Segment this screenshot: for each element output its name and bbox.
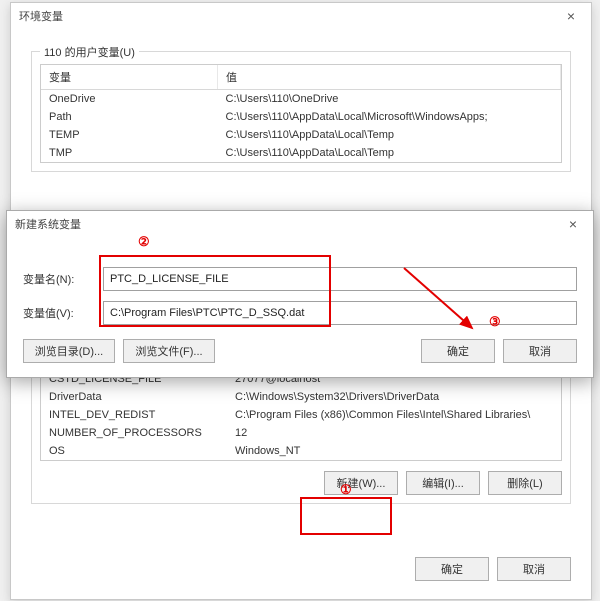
browse-file-button[interactable]: 浏览文件(F)... xyxy=(123,339,215,363)
var-name-input[interactable] xyxy=(103,267,577,291)
table-row[interactable]: TMPC:\Users\110\AppData\Local\Temp xyxy=(41,144,561,162)
env-cancel-button[interactable]: 取消 xyxy=(497,557,571,581)
dlg-ok-button[interactable]: 确定 xyxy=(421,339,495,363)
var-value-input[interactable] xyxy=(103,301,577,325)
new-button[interactable]: 新建(W)... xyxy=(324,471,398,495)
table-row[interactable]: DriverDataC:\Windows\System32\Drivers\Dr… xyxy=(41,388,561,406)
new-var-dialog: 新建系统变量 × 变量名(N): 变量值(V): 浏览目录(D)... 浏览文件… xyxy=(6,210,594,378)
env-titlebar: 环境变量 × xyxy=(11,3,591,31)
var-name-label: 变量名(N): xyxy=(23,271,103,287)
user-vars-label: 110 的用户变量(U) xyxy=(40,44,139,60)
table-row[interactable]: INTEL_DEV_REDISTC:\Program Files (x86)\C… xyxy=(41,406,561,424)
dlg-titlebar: 新建系统变量 × xyxy=(7,211,593,239)
table-row[interactable]: OSWindows_NT xyxy=(41,442,561,460)
env-title: 环境变量 xyxy=(19,3,63,31)
table-row[interactable]: NUMBER_OF_PROCESSORS12 xyxy=(41,424,561,442)
table-header: 变量 值 xyxy=(41,65,561,90)
close-icon[interactable]: × xyxy=(553,211,593,239)
col-name[interactable]: 变量 xyxy=(41,65,218,90)
dlg-cancel-button[interactable]: 取消 xyxy=(503,339,577,363)
delete-button[interactable]: 删除(L) xyxy=(488,471,562,495)
col-value[interactable]: 值 xyxy=(218,65,561,90)
table-row[interactable]: PathC:\Users\110\AppData\Local\Microsoft… xyxy=(41,108,561,126)
user-vars-table[interactable]: 变量 值 OneDriveC:\Users\110\OneDrive PathC… xyxy=(40,64,562,163)
env-ok-button[interactable]: 确定 xyxy=(415,557,489,581)
close-icon[interactable]: × xyxy=(551,3,591,31)
table-row[interactable]: TEMPC:\Users\110\AppData\Local\Temp xyxy=(41,126,561,144)
edit-button[interactable]: 编辑(I)... xyxy=(406,471,480,495)
var-value-label: 变量值(V): xyxy=(23,305,103,321)
user-vars-group: 110 的用户变量(U) 变量 值 OneDriveC:\Users\110\O… xyxy=(31,51,571,172)
dlg-title: 新建系统变量 xyxy=(15,211,81,239)
table-row[interactable]: OneDriveC:\Users\110\OneDrive xyxy=(41,90,561,109)
browse-dir-button[interactable]: 浏览目录(D)... xyxy=(23,339,115,363)
